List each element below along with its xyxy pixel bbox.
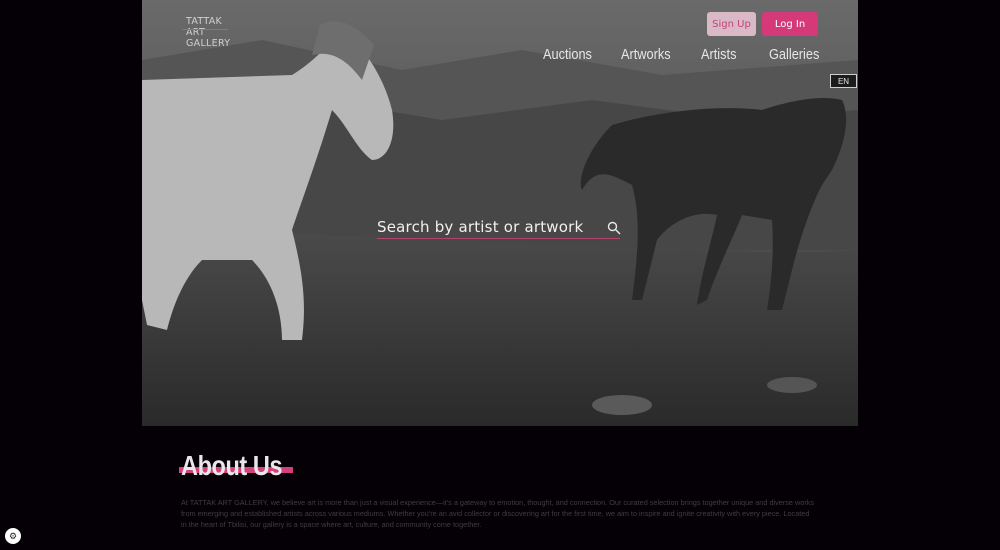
nav-galleries[interactable]: Galleries	[769, 47, 819, 65]
about-title: About Us	[181, 450, 283, 481]
language-selector[interactable]: EN	[830, 74, 857, 88]
search-underline	[377, 238, 620, 239]
nav-auctions[interactable]: Auctions	[543, 47, 592, 65]
search-placeholder: Search by artist or artwork	[377, 218, 584, 236]
nav-artists[interactable]: Artists	[701, 47, 736, 65]
logo-line-3: GALLERY	[186, 38, 231, 49]
widget-icon[interactable]: ⚙	[5, 528, 21, 544]
signup-button[interactable]: Sign Up	[707, 12, 756, 36]
horses-photo	[142, 0, 858, 426]
nav-artworks[interactable]: Artworks	[621, 47, 671, 65]
about-text: At TATTAK ART GALLERY, we believe art is…	[181, 498, 815, 529]
login-button[interactable]: Log In	[762, 12, 818, 36]
search-field[interactable]: Search by artist or artwork	[377, 218, 625, 240]
logo-accent-line	[182, 29, 228, 30]
hero-image	[142, 0, 858, 426]
brand-logo[interactable]: TATTAK ART GALLERY	[182, 16, 246, 49]
logo-line-1: TATTAK	[186, 16, 223, 27]
search-icon[interactable]	[607, 221, 621, 235]
